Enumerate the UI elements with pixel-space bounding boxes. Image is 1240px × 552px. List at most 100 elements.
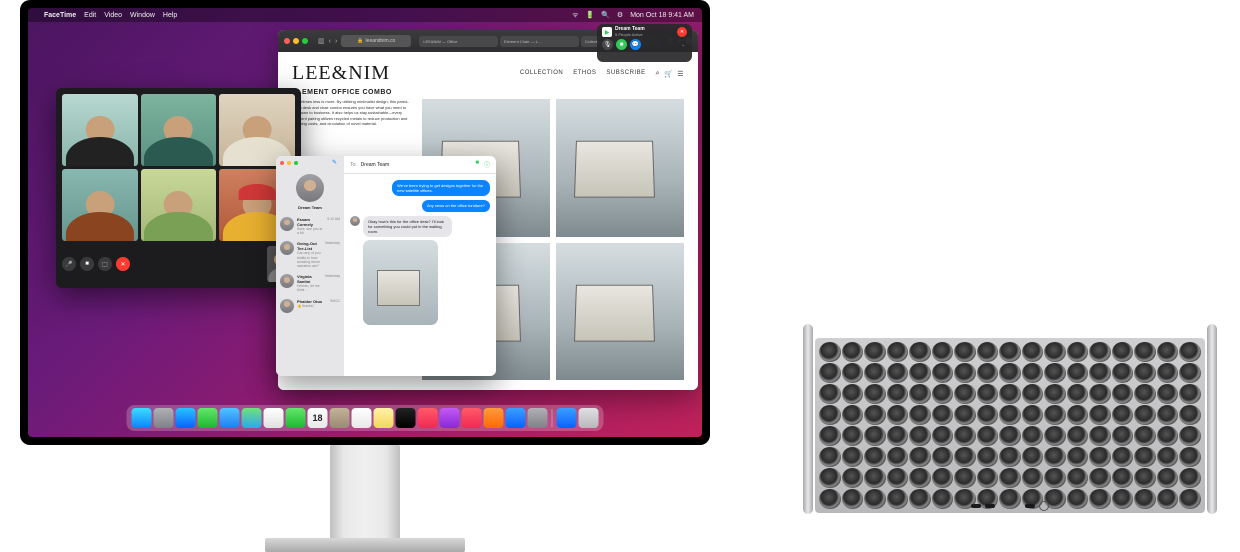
thunderbolt-port[interactable] — [971, 504, 981, 508]
message-bubble-in: Okay how's this for the office desk? I'l… — [363, 216, 452, 238]
facetime-participant[interactable] — [62, 169, 138, 241]
dock-icon-mail[interactable] — [220, 408, 240, 428]
messages-thread-pane: To: Dream Team ■ ⓘ We've been trying to … — [344, 156, 496, 376]
battery-icon[interactable]: 🔋 — [585, 11, 594, 19]
message-image-attachment[interactable] — [363, 240, 438, 325]
facetime-window: 🎤 ■ ⬚ ✕ — [56, 88, 301, 288]
leave-call-button[interactable]: ✕ — [677, 27, 687, 37]
sidebar-icon[interactable]: ▥ — [318, 37, 325, 45]
conversation-row[interactable]: Essam Cormely Sure, see you in a bit 9:1… — [276, 214, 344, 238]
site-logo[interactable]: LEE&NIM — [292, 62, 390, 85]
mute-button[interactable]: 🎤 — [62, 257, 76, 271]
end-call-button[interactable]: ✕ — [116, 257, 130, 271]
power-button[interactable] — [1039, 501, 1049, 511]
menu-video[interactable]: Video — [104, 12, 122, 19]
dock-icon-notes[interactable] — [374, 408, 394, 428]
menu-edit[interactable]: Edit — [84, 12, 96, 19]
chevron-down-icon[interactable]: ⌄ — [681, 42, 687, 48]
dock-icon-appstore[interactable] — [506, 408, 526, 428]
dock-icon-facetime[interactable] — [286, 408, 306, 428]
dock-icon-news[interactable] — [462, 408, 482, 428]
zoom-button[interactable] — [294, 161, 298, 165]
control-center-icon[interactable]: ⚙ — [617, 11, 623, 19]
facetime-participant[interactable] — [62, 94, 138, 166]
product-image[interactable] — [556, 99, 684, 237]
pro-display-xdr: FaceTime Edit Video Window Help ᯤ 🔋 🔍 ⚙ … — [20, 0, 710, 445]
dock-icon-music[interactable] — [418, 408, 438, 428]
dock-icon-settings[interactable] — [528, 408, 548, 428]
dock-icon-contacts[interactable] — [330, 408, 350, 428]
forward-icon[interactable]: › — [335, 38, 337, 45]
menu-window[interactable]: Window — [130, 12, 155, 19]
mic-toggle-button[interactable]: 🎙 — [602, 39, 613, 50]
display-stand — [265, 445, 465, 552]
conversation-time: 9:12 AM — [327, 217, 340, 221]
dock-icon-maps[interactable] — [242, 408, 262, 428]
safari-tab[interactable]: LEE&NIM — Office — [419, 36, 498, 47]
dock-icon-reminders[interactable] — [352, 408, 372, 428]
menu-icon[interactable]: ☰ — [677, 70, 684, 78]
conversation-time: 9/6/21 — [330, 299, 340, 303]
share-screen-button[interactable]: ⬚ — [98, 257, 112, 271]
close-button[interactable] — [284, 38, 290, 44]
info-icon[interactable]: ⓘ — [484, 160, 490, 169]
section-title: ELEMENT OFFICE COMBO — [278, 89, 698, 99]
conversation-name: Essam Cormely — [297, 217, 324, 227]
dock-icon-launchpad[interactable] — [154, 408, 174, 428]
spotlight-icon[interactable]: 🔍 — [601, 11, 610, 19]
dock-icon-photos[interactable] — [264, 408, 284, 428]
avatar — [280, 274, 294, 288]
shareplay-notification[interactable]: ▶ Dream Team 5 People Active ✕ 🎙 ■ 💬 ⌄ — [597, 24, 692, 62]
camera-button[interactable]: ■ — [80, 257, 94, 271]
thunderbolt-port[interactable] — [985, 504, 995, 508]
dock-icon-books[interactable] — [484, 408, 504, 428]
product-image[interactable] — [556, 243, 684, 381]
cart-icon[interactable]: 🛒 — [664, 70, 673, 78]
menu-help[interactable]: Help — [163, 12, 177, 19]
address-bar[interactable]: 🔒 leeandnim.co — [341, 35, 411, 47]
minimize-button[interactable] — [293, 38, 299, 44]
conversation-row[interactable]: Virginia Santini Hmmm, let me think… Yes… — [276, 271, 344, 295]
pinned-conversation[interactable]: Dream Team — [276, 170, 344, 214]
minimize-button[interactable] — [287, 161, 291, 165]
menu-app-name[interactable]: FaceTime — [44, 12, 76, 19]
messages-button[interactable]: 💬 — [630, 39, 641, 50]
menu-clock[interactable]: Mon Oct 18 9:41 AM — [630, 12, 694, 19]
avatar — [350, 216, 360, 226]
close-button[interactable] — [280, 161, 284, 165]
dock-icon-screenshot[interactable] — [557, 408, 577, 428]
video-button[interactable]: ■ — [616, 39, 627, 50]
mac-pro-chassis — [815, 338, 1205, 513]
messages-thread-header: To: Dream Team ■ ⓘ — [344, 156, 496, 174]
site-nav-ethos[interactable]: ETHOS — [573, 70, 596, 78]
safari-tab[interactable]: Element Chair — L… — [500, 36, 579, 47]
usb-port[interactable] — [1025, 504, 1035, 508]
dock-icon-safari[interactable] — [176, 408, 196, 428]
facetime-participant[interactable] — [141, 94, 217, 166]
dock-icon-tv[interactable] — [396, 408, 416, 428]
messages-window: ✎ Dream Team Essam Cormely Sure, see you… — [276, 156, 496, 376]
search-icon[interactable]: ⌕ — [656, 70, 660, 78]
shareplay-subtitle: 5 People Active — [615, 33, 674, 37]
facetime-video-icon[interactable]: ■ — [475, 160, 479, 169]
wifi-icon[interactable]: ᯤ — [572, 11, 578, 20]
dock-icon-calendar[interactable]: 18 — [308, 408, 328, 428]
dock-icon-podcasts[interactable] — [440, 408, 460, 428]
conversation-row[interactable]: Phaidor Otus 👍 thanks! 9/6/21 — [276, 296, 344, 316]
url-text: leeandnim.co — [366, 38, 396, 44]
site-nav-collection[interactable]: COLLECTION — [520, 70, 563, 78]
zoom-button[interactable] — [302, 38, 308, 44]
tab-label: Element Chair — L… — [504, 39, 542, 44]
dock-icon-trash[interactable] — [579, 408, 599, 428]
conversation-row[interactable]: Going-Out Tee-List Can any of you testif… — [276, 238, 344, 271]
to-label: To: — [350, 162, 357, 168]
facetime-participant[interactable] — [141, 169, 217, 241]
conversation-name: Virginia Santini — [297, 274, 322, 284]
back-icon[interactable]: ‹ — [329, 38, 331, 45]
site-nav-subscribe[interactable]: SUBSCRIBE — [606, 70, 645, 78]
dock-icon-messages[interactable] — [198, 408, 218, 428]
conversation-preview: 👍 thanks! — [297, 304, 327, 308]
dock-icon-finder[interactable] — [132, 408, 152, 428]
compose-icon[interactable]: ✎ — [332, 159, 340, 167]
messages-thread[interactable]: We've been trying to get designs togethe… — [344, 174, 496, 376]
